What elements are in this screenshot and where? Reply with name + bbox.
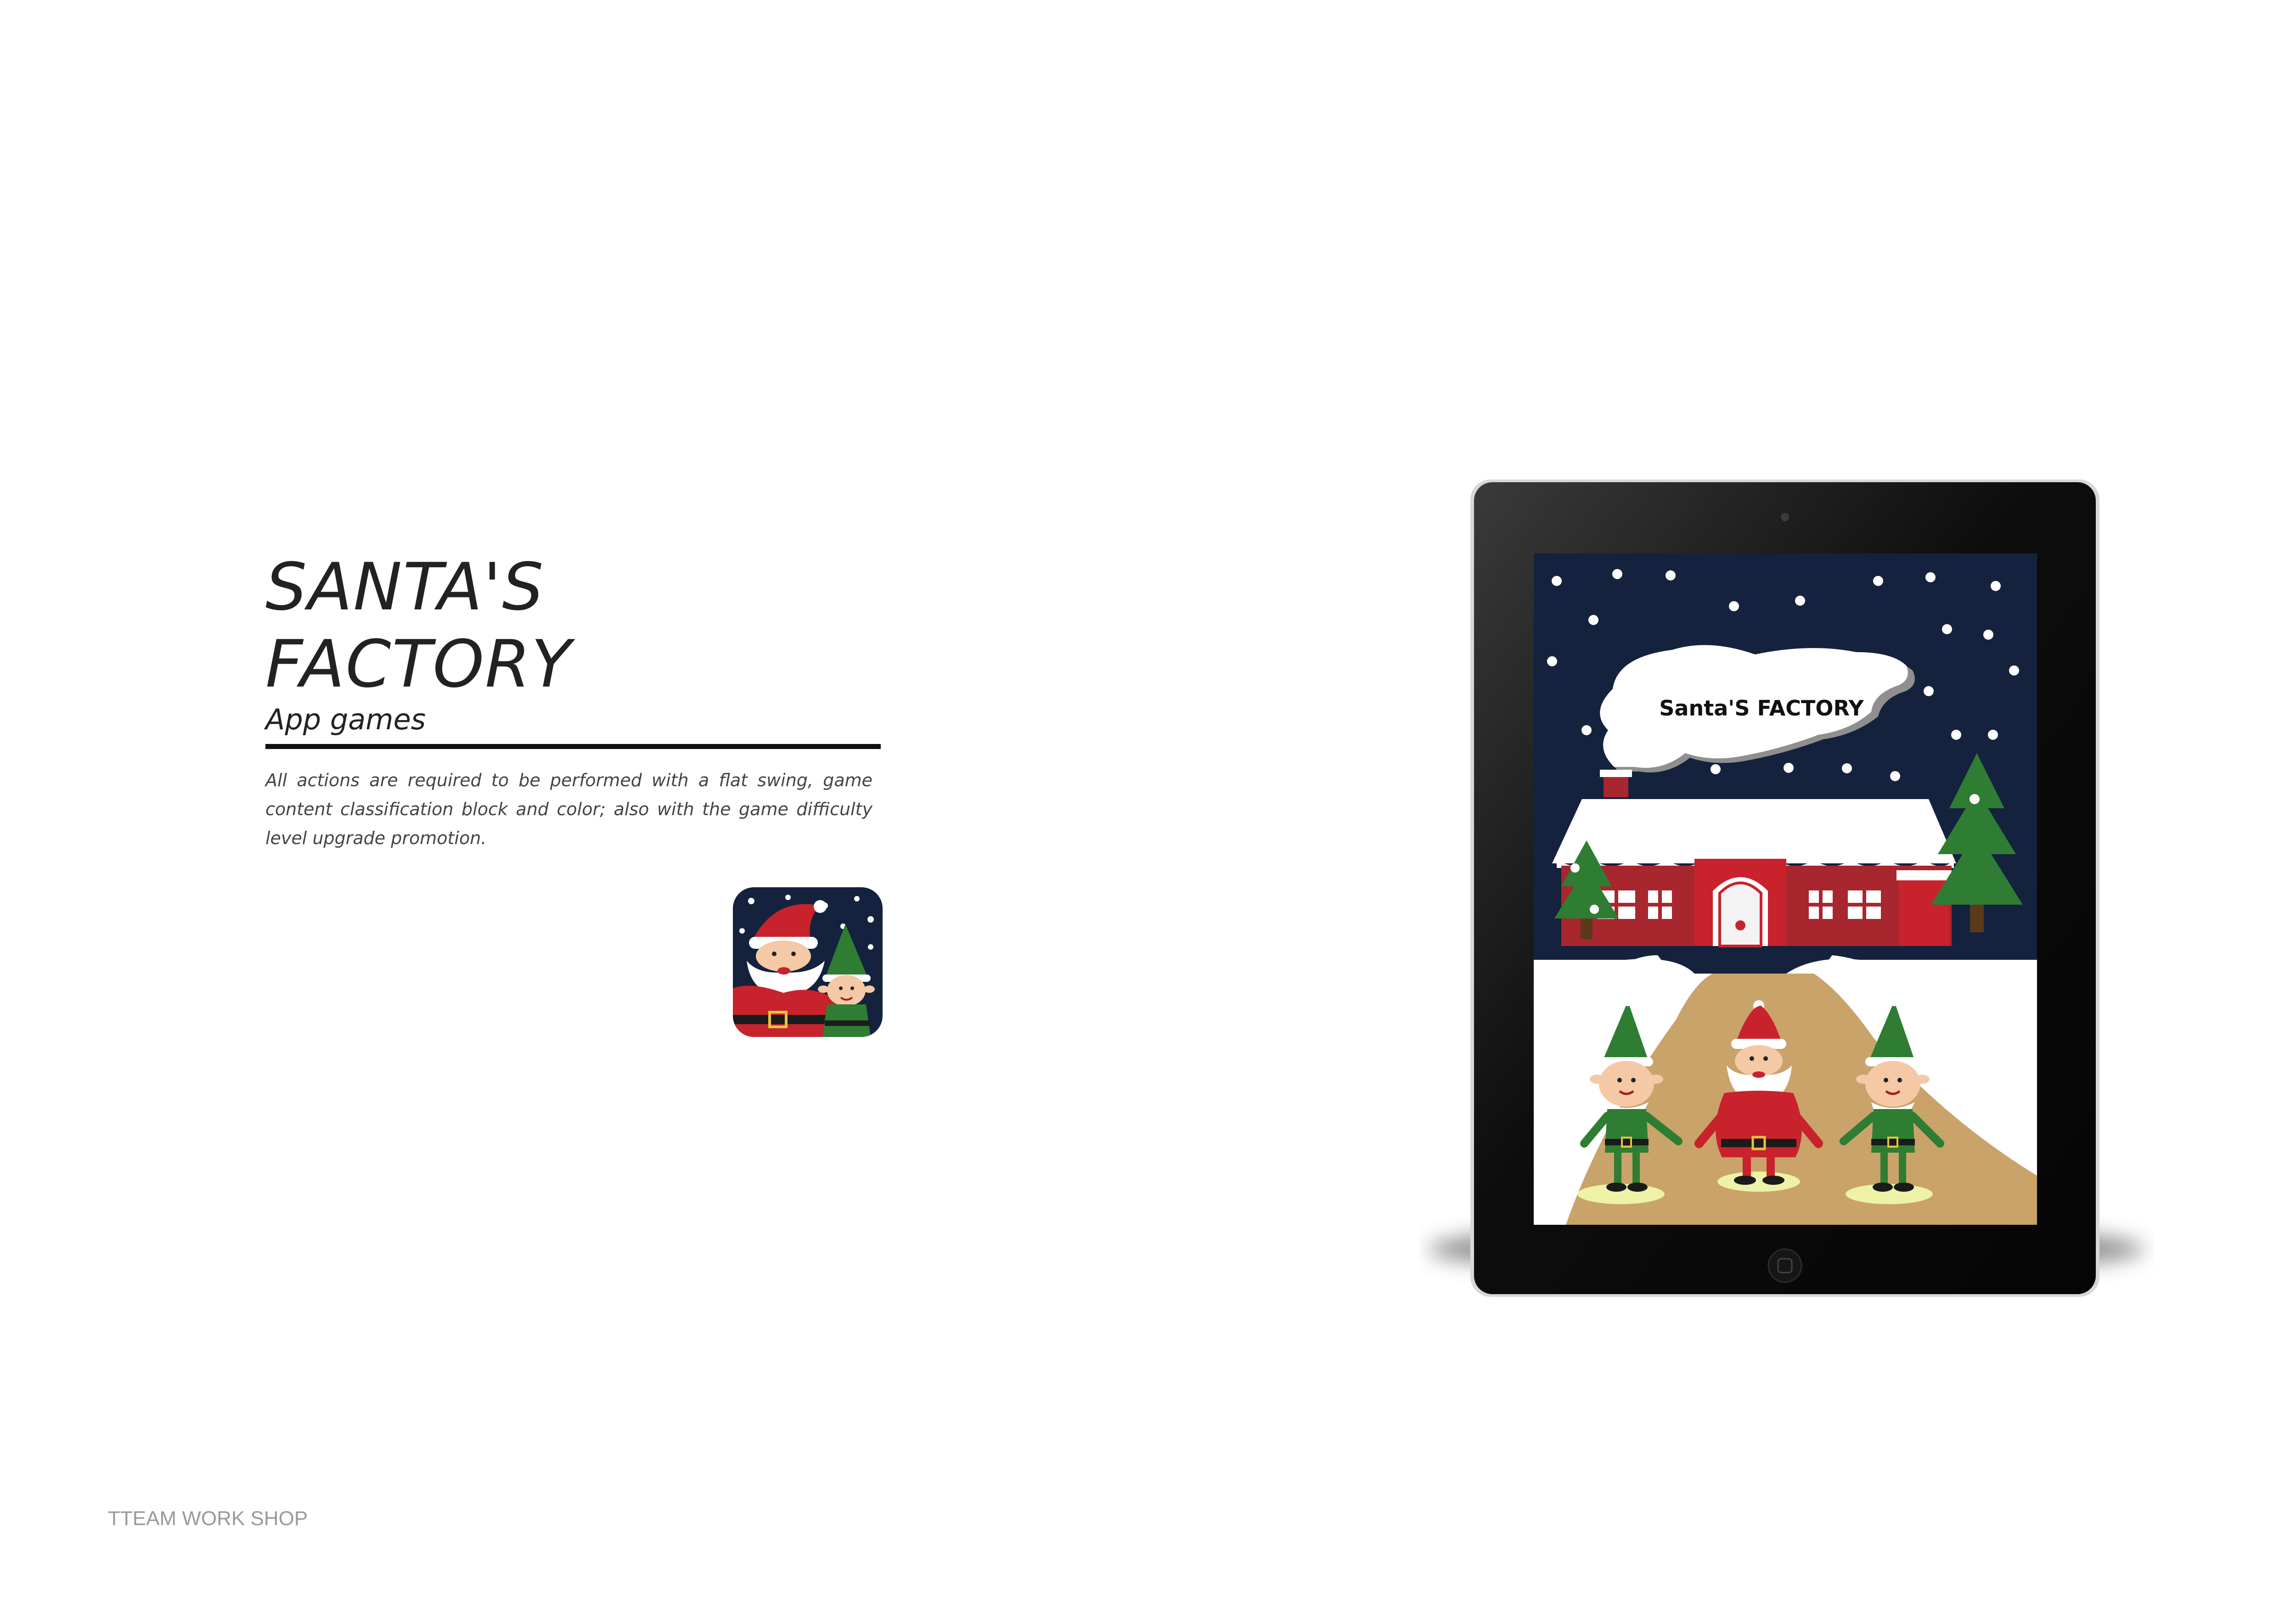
project-description: All actions are required to be performed… [265,770,872,848]
title-block: SANTA'S FACTORY [265,549,881,703]
camera-icon [1781,513,1789,521]
title-line-2: FACTORY [265,626,572,702]
home-button-icon [1767,1248,1802,1283]
studio-footer: TTEAM WORK SHOP [108,1507,308,1530]
divider [265,744,881,749]
tablet-mockup: Santa'S FACTORY [1428,479,2144,1297]
game-logo-text: Santa'S FACTORY [1659,696,1864,721]
game-screen: Santa'S FACTORY [1534,553,2037,1225]
app-icon[interactable] [733,887,883,1037]
title-line-1: SANTA'S [265,549,545,625]
category-label: App games [265,703,426,736]
